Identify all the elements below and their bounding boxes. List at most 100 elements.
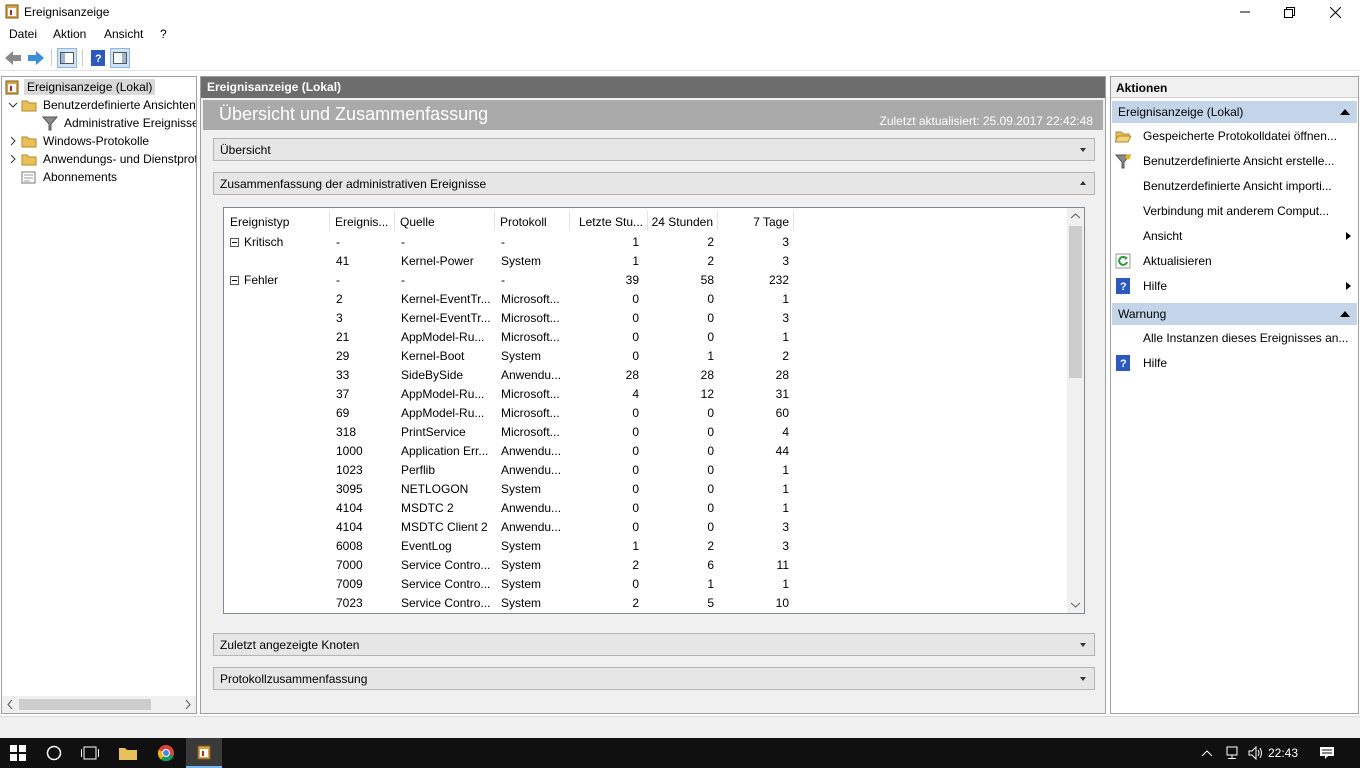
tree-item-event-viewer-local[interactable]: Ereignisanzeige (Lokal): [5, 78, 156, 96]
action-item[interactable]: Verbindung mit anderem Comput...: [1115, 200, 1355, 222]
volume-button[interactable]: [1244, 738, 1268, 768]
grid-vertical-scrollbar[interactable]: [1067, 208, 1084, 613]
column-header-log[interactable]: Protokoll: [500, 211, 570, 231]
section-log-summary[interactable]: Protokollzusammenfassung: [213, 667, 1095, 690]
scroll-left-icon[interactable]: [7, 700, 13, 709]
section-admin-summary[interactable]: Zusammenfassung der administrativen Erei…: [213, 172, 1095, 195]
tree-item-subscriptions[interactable]: Abonnements: [21, 168, 120, 186]
table-row[interactable]: 7000 Service Contro... System 2 6 11: [224, 555, 1064, 574]
collapse-group-icon[interactable]: [230, 276, 239, 285]
tree-item-custom-views[interactable]: Benutzerdefinierte Ansichten: [8, 96, 196, 114]
close-button[interactable]: [1312, 0, 1358, 24]
table-row[interactable]: 29 Kernel-Boot System 0 1 2: [224, 346, 1064, 365]
collapse-group-icon[interactable]: [230, 238, 239, 247]
table-row[interactable]: 1023 Perflib Anwendu... 0 0 1: [224, 460, 1064, 479]
scrollbar-thumb[interactable]: [1069, 226, 1082, 378]
action-item[interactable]: Alle Instanzen dieses Ereignisses an...: [1115, 327, 1355, 349]
event-viewer-taskbar-button[interactable]: [186, 738, 222, 768]
chevron-right-icon[interactable]: [8, 136, 18, 146]
cell-source: Kernel-EventTr...: [401, 311, 491, 325]
search-button[interactable]: [36, 738, 72, 768]
collapse-icon: [1340, 109, 1350, 115]
menu-aktion[interactable]: Aktion: [53, 27, 86, 41]
file-explorer-button[interactable]: [110, 738, 146, 768]
action-center-button[interactable]: [1310, 738, 1344, 768]
start-button[interactable]: [0, 738, 36, 768]
action-item[interactable]: ? Hilfe: [1115, 275, 1355, 297]
table-row[interactable]: 7009 Service Contro... System 0 1 1: [224, 574, 1064, 593]
tree-item-administrative-events[interactable]: Administrative Ereignisse: [41, 114, 196, 132]
table-row[interactable]: 37 AppModel-Ru... Microsoft... 4 12 31: [224, 384, 1064, 403]
table-row[interactable]: 69 AppModel-Ru... Microsoft... 0 0 60: [224, 403, 1064, 422]
table-row[interactable]: 6008 EventLog System 1 2 3: [224, 536, 1064, 555]
section-recent-nodes[interactable]: Zuletzt angezeigte Knoten: [213, 633, 1095, 656]
taskbar-clock[interactable]: 22:43: [1268, 746, 1298, 760]
column-header-source[interactable]: Quelle: [400, 211, 495, 231]
tree-horizontal-scrollbar[interactable]: [2, 696, 196, 713]
action-group-warning[interactable]: Warnung: [1112, 303, 1357, 325]
cell-log: System: [501, 596, 542, 610]
cell-source: -: [401, 273, 405, 287]
chevron-right-icon[interactable]: [8, 154, 18, 164]
menu-datei[interactable]: Datei: [9, 27, 37, 41]
action-item[interactable]: Gespeicherte Protokolldatei öffnen...: [1115, 125, 1355, 147]
table-row[interactable]: 41 Kernel-Power System 1 2 3: [224, 251, 1064, 270]
cell-event-id: 69: [336, 406, 350, 420]
menu-ansicht[interactable]: Ansicht: [104, 27, 143, 41]
table-row[interactable]: 2 Kernel-EventTr... Microsoft... 0 0 1: [224, 289, 1064, 308]
table-row[interactable]: 1000 Application Err... Anwendu... 0 0 44: [224, 441, 1064, 460]
chrome-button[interactable]: [148, 738, 184, 768]
menu-help[interactable]: ?: [160, 27, 167, 41]
column-header-event-type[interactable]: Ereignistyp: [230, 211, 330, 231]
cell-log: Anwendu...: [501, 463, 562, 477]
scroll-down-icon[interactable]: [1071, 602, 1080, 608]
column-header-event-id[interactable]: Ereignis...: [335, 211, 395, 231]
table-row[interactable]: 33 SideBySide Anwendu... 28 28 28: [224, 365, 1064, 384]
table-row[interactable]: Kritisch - - - 1 2 3: [224, 232, 1064, 251]
forward-button[interactable]: [26, 48, 46, 68]
tree-item-app-service-logs[interactable]: Anwendungs- und Dienstprotokolle: [8, 150, 196, 168]
cell-event-id: 4104: [336, 501, 363, 515]
cell-7-days: 4: [782, 425, 789, 439]
column-header-last-hour[interactable]: Letzte Stu...: [574, 211, 648, 231]
show-hide-console-tree-button[interactable]: [57, 48, 77, 68]
scroll-up-icon[interactable]: [1071, 213, 1080, 219]
table-row[interactable]: 4104 MSDTC 2 Anwendu... 0 0 1: [224, 498, 1064, 517]
cell-event-id: 7009: [336, 577, 363, 591]
cell-last-hour: 0: [632, 349, 639, 363]
action-item[interactable]: Benutzerdefinierte Ansicht erstelle...: [1115, 150, 1355, 172]
table-row[interactable]: 318 PrintService Microsoft... 0 0 4: [224, 422, 1064, 441]
table-row[interactable]: 3 Kernel-EventTr... Microsoft... 0 0 3: [224, 308, 1064, 327]
center-pane: Ereignisanzeige (Lokal) Übersicht und Zu…: [200, 76, 1106, 714]
show-hide-action-pane-button[interactable]: [110, 48, 130, 68]
cell-24-hours: 0: [707, 520, 714, 534]
action-item[interactable]: Benutzerdefinierte Ansicht importi...: [1115, 175, 1355, 197]
table-row[interactable]: 21 AppModel-Ru... Microsoft... 0 0 1: [224, 327, 1064, 346]
action-item[interactable]: Ansicht: [1115, 225, 1355, 247]
restore-button[interactable]: [1266, 0, 1312, 24]
task-view-button[interactable]: [72, 738, 108, 768]
section-overview[interactable]: Übersicht: [213, 138, 1095, 161]
table-row[interactable]: 7023 Service Contro... System 2 5 10: [224, 593, 1064, 612]
chevron-down-icon[interactable]: [8, 100, 18, 110]
toolbar-separator: [82, 49, 83, 66]
tree-item-windows-logs[interactable]: Windows-Protokolle: [8, 132, 152, 150]
back-button[interactable]: [3, 48, 23, 68]
scrollbar-thumb[interactable]: [19, 699, 151, 710]
action-group-event-viewer[interactable]: Ereignisanzeige (Lokal): [1112, 101, 1357, 123]
column-header-24-hours[interactable]: 24 Stunden: [648, 211, 718, 231]
show-hidden-icons-button[interactable]: [1196, 738, 1218, 768]
table-row[interactable]: Fehler - - - 39 58 232: [224, 270, 1064, 289]
action-label: Gespeicherte Protokolldatei öffnen...: [1143, 129, 1337, 143]
action-item[interactable]: Aktualisieren: [1115, 250, 1355, 272]
column-header-7-days[interactable]: 7 Tage: [718, 211, 794, 231]
network-button[interactable]: [1220, 738, 1244, 768]
table-row[interactable]: 4104 MSDTC Client 2 Anwendu... 0 0 3: [224, 517, 1064, 536]
help-button[interactable]: ?: [88, 48, 108, 68]
scroll-right-icon[interactable]: [185, 700, 191, 709]
minimize-button[interactable]: [1222, 0, 1268, 24]
table-row[interactable]: 3095 NETLOGON System 0 0 1: [224, 479, 1064, 498]
action-item[interactable]: ? Hilfe: [1115, 352, 1355, 374]
cell-source: PrintService: [401, 425, 466, 439]
action-label: Hilfe: [1143, 279, 1168, 293]
